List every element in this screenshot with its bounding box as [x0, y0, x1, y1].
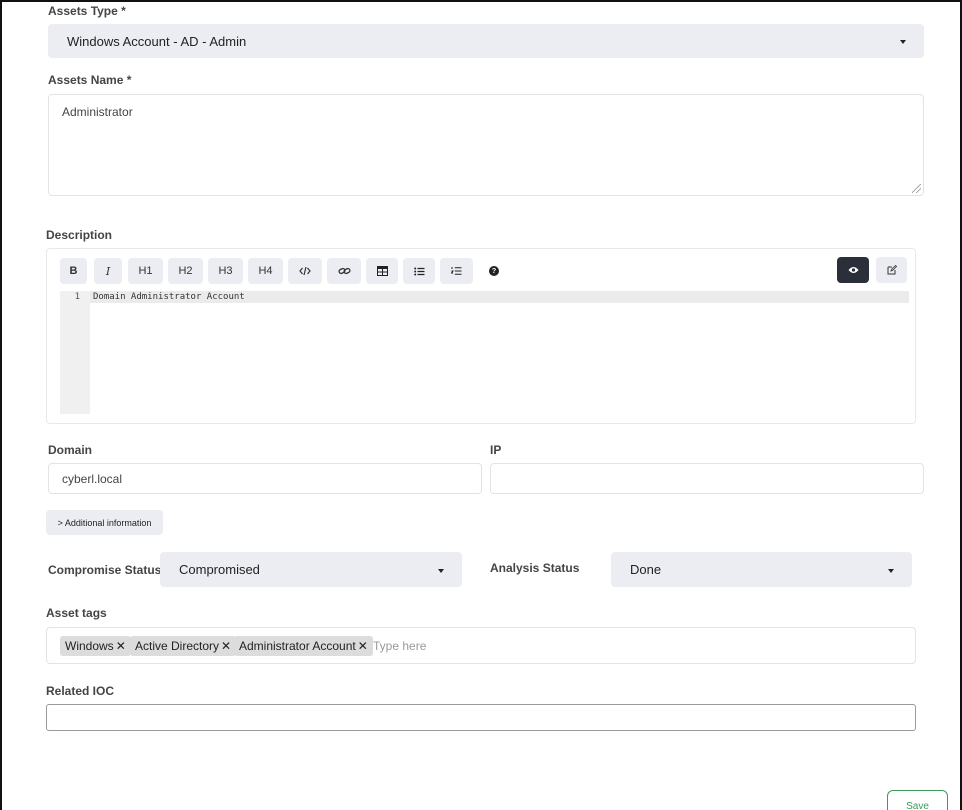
tag-label: Windows	[65, 639, 114, 653]
compromise-status-value: Compromised	[179, 562, 260, 577]
chevron-down-icon	[438, 568, 444, 573]
eye-icon	[848, 267, 858, 273]
bold-icon: B	[69, 265, 78, 277]
italic-icon: I	[105, 264, 111, 278]
bulleted-list-icon	[413, 267, 424, 275]
tag-label: Active Directory	[135, 639, 220, 653]
ip-input[interactable]	[490, 463, 924, 494]
tag-active-directory: Active Directory ✕	[130, 636, 237, 656]
additional-information-button[interactable]: > Additional information	[46, 510, 163, 535]
domain-input[interactable]: cyberl.local	[48, 463, 482, 494]
assets-name-textarea[interactable]: Administrator	[48, 94, 924, 196]
link-button[interactable]	[327, 258, 361, 284]
remove-tag-icon[interactable]: ✕	[116, 639, 126, 653]
assets-type-select[interactable]: Windows Account - AD - Admin	[48, 24, 924, 58]
analysis-status-label: Analysis Status	[490, 561, 580, 575]
assets-name-value: Administrator	[62, 105, 133, 119]
domain-value: cyberl.local	[62, 472, 123, 486]
save-button-label: Save	[906, 801, 929, 810]
chevron-down-icon	[900, 40, 906, 44]
h1-button[interactable]: H1	[128, 258, 163, 284]
resize-handle-icon[interactable]	[912, 184, 921, 193]
editor-gutter	[60, 291, 90, 414]
edit-icon	[887, 265, 897, 275]
save-button[interactable]: Save	[887, 790, 948, 810]
analysis-status-value: Done	[630, 562, 662, 577]
remove-tag-icon[interactable]: ✕	[358, 639, 368, 653]
help-icon[interactable]: ?	[489, 266, 499, 276]
assets-type-value: Windows Account - AD - Admin	[67, 33, 247, 49]
table-icon	[376, 266, 388, 276]
ip-label: IP	[490, 443, 502, 457]
asset-tags-label: Asset tags	[46, 606, 107, 620]
h3-button[interactable]: H3	[208, 258, 243, 284]
domain-label: Domain	[48, 443, 93, 457]
assets-type-label: Assets Type *	[48, 4, 126, 18]
h2-label: H2	[178, 265, 193, 277]
h4-label: H4	[258, 265, 273, 277]
analysis-status-select[interactable]: Done	[611, 552, 912, 587]
code-icon	[299, 266, 311, 276]
italic-button[interactable]: I	[94, 258, 122, 284]
remove-tag-icon[interactable]: ✕	[221, 639, 231, 653]
line-number: 1	[74, 292, 80, 302]
numbered-list-button[interactable]	[440, 258, 473, 284]
related-ioc-input[interactable]	[46, 704, 916, 731]
link-icon	[337, 267, 351, 275]
h1-label: H1	[138, 265, 153, 277]
compromise-status-select[interactable]: Compromised	[160, 552, 462, 587]
h2-button[interactable]: H2	[168, 258, 203, 284]
edit-mode-button[interactable]	[876, 257, 907, 283]
h4-button[interactable]: H4	[248, 258, 283, 284]
compromise-status-label: Compromise Status	[48, 563, 162, 577]
numbered-list-icon	[451, 267, 462, 275]
h3-label: H3	[218, 265, 233, 277]
code-button[interactable]	[288, 258, 322, 284]
preview-toggle-button[interactable]	[837, 257, 869, 283]
related-ioc-label: Related IOC	[46, 684, 115, 698]
additional-information-label: > Additional information	[57, 517, 152, 528]
tag-administrator-account: Administrator Account ✕	[234, 636, 373, 656]
chevron-down-icon	[888, 568, 894, 573]
tag-input-placeholder[interactable]: Type here	[373, 639, 426, 653]
assets-name-label: Assets Name *	[48, 73, 132, 87]
tag-label: Administrator Account	[239, 639, 356, 653]
bulleted-list-button[interactable]	[403, 258, 435, 284]
table-button[interactable]	[366, 258, 398, 284]
tag-windows: Windows ✕	[60, 636, 131, 656]
bold-button[interactable]: B	[60, 258, 87, 284]
description-label: Description	[46, 228, 113, 242]
description-content[interactable]: Domain Administrator Account	[93, 292, 245, 302]
